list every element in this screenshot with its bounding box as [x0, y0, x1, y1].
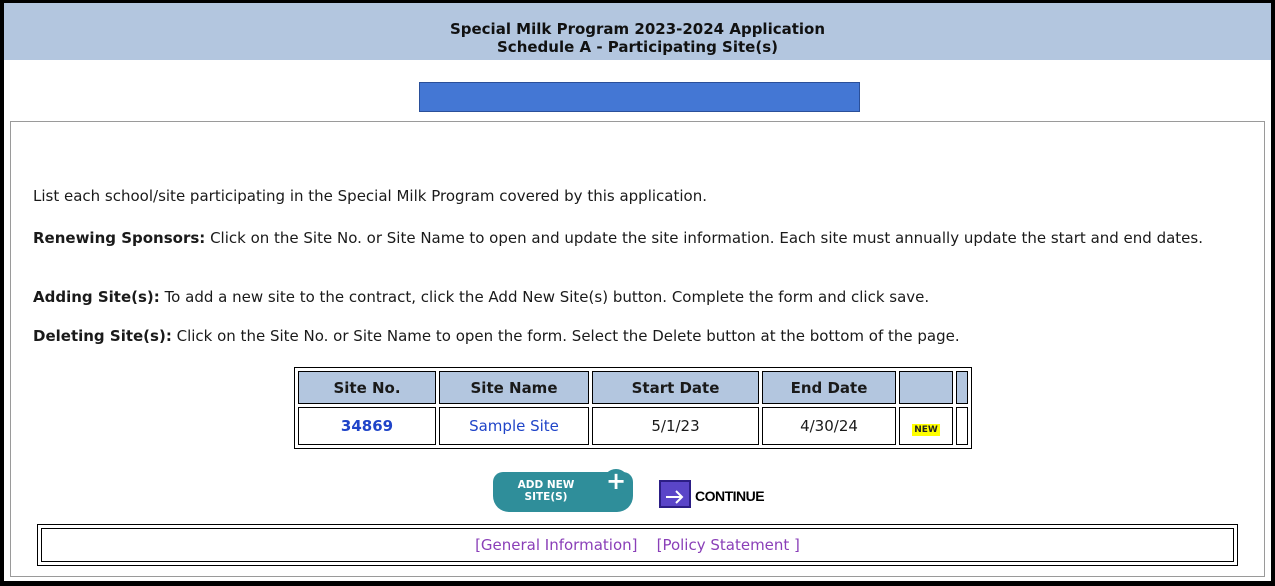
policy-statement-link[interactable]: [Policy Statement ]	[657, 536, 800, 554]
new-badge: NEW	[912, 424, 940, 436]
site-no-cell: 34869	[298, 407, 436, 445]
end-date-cell: 4/30/24	[762, 407, 896, 445]
progress-bar	[419, 82, 860, 112]
add-new-site-button[interactable]: ADD NEW SITE(S) +	[493, 469, 633, 512]
site-name-link[interactable]: Sample Site	[469, 417, 559, 435]
plus-icon: +	[603, 469, 629, 495]
intro-text: List each school/site participating in t…	[33, 187, 707, 205]
deleting-instructions: Deleting Site(s): Click on the Site No. …	[33, 327, 1233, 346]
renewing-instructions: Renewing Sponsors: Click on the Site No.…	[33, 229, 1233, 248]
spacer-cell	[956, 407, 968, 445]
header-end-date: End Date	[762, 371, 896, 404]
deleting-text: Click on the Site No. or Site Name to op…	[171, 327, 960, 345]
page-title: Special Milk Program 2023-2024 Applicati…	[449, 20, 826, 38]
arrow-right-icon	[659, 480, 691, 508]
footer-nav: [General Information] [Policy Statement …	[37, 524, 1238, 566]
deleting-label: Deleting Site(s):	[33, 327, 172, 345]
header-spacer	[956, 371, 968, 404]
footer-nav-inner: [General Information] [Policy Statement …	[41, 528, 1234, 562]
add-button-label-line1: ADD NEW	[517, 479, 575, 491]
site-name-cell: Sample Site	[439, 407, 589, 445]
table-row: 34869 Sample Site 5/1/23 4/30/24 NEW	[298, 407, 968, 445]
start-date-cell: 5/1/23	[592, 407, 759, 445]
adding-instructions: Adding Site(s): To add a new site to the…	[33, 288, 1233, 307]
page-subtitle: Schedule A - Participating Site(s)	[497, 38, 778, 56]
sites-table: Site No. Site Name Start Date End Date 3…	[294, 367, 972, 449]
adding-label: Adding Site(s):	[33, 288, 160, 306]
page-header: Special Milk Program 2023-2024 Applicati…	[4, 3, 1271, 60]
table-header-row: Site No. Site Name Start Date End Date	[298, 371, 968, 404]
add-button-label-line2: SITE(S)	[524, 491, 568, 503]
badge-cell: NEW	[899, 407, 953, 445]
continue-label: CONTINUE	[695, 488, 765, 504]
header-start-date: Start Date	[592, 371, 759, 404]
header-site-no: Site No.	[298, 371, 436, 404]
renewing-text: Click on the Site No. or Site Name to op…	[205, 229, 1203, 247]
site-no-link[interactable]: 34869	[341, 417, 393, 435]
header-site-name: Site Name	[439, 371, 589, 404]
general-information-link[interactable]: [General Information]	[475, 536, 637, 554]
renewing-label: Renewing Sponsors:	[33, 229, 206, 247]
adding-text: To add a new site to the contract, click…	[159, 288, 930, 306]
header-status	[899, 371, 953, 404]
